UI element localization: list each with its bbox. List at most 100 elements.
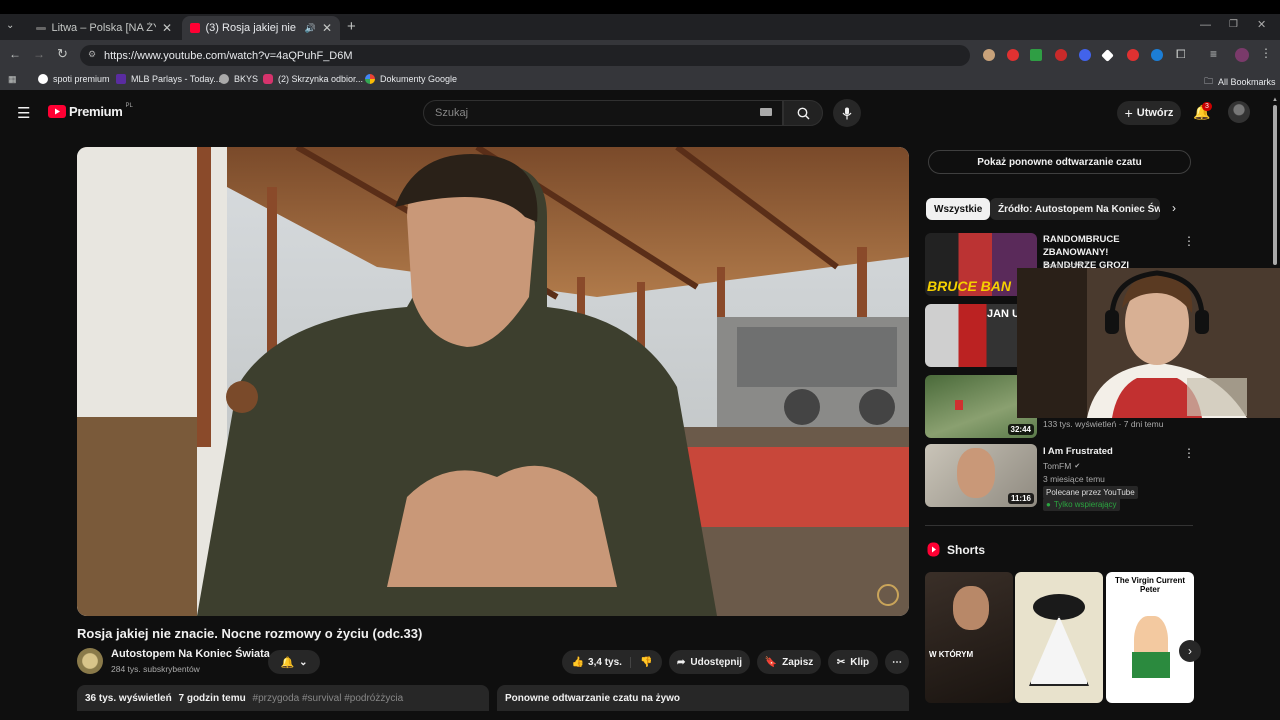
save-label: Zapisz xyxy=(782,656,814,668)
related-video-meta: 3 miesiące temu xyxy=(1043,474,1105,484)
new-tab-icon[interactable]: + xyxy=(347,18,356,35)
more-actions-button[interactable]: ⋯ xyxy=(885,650,909,674)
clip-label: Klip xyxy=(850,656,870,668)
search-button[interactable] xyxy=(783,100,823,126)
show-chat-replay-button[interactable]: Pokaż ponowne odtwarzanie czatu xyxy=(928,150,1191,174)
bookmark-item[interactable]: MLB Parlays - Today... xyxy=(116,74,221,84)
tab-rosja[interactable]: (3) Rosja jakiej nie znacie. N 🔊 ✕ xyxy=(182,16,340,40)
bookmark-item[interactable]: spoti premium xyxy=(38,74,110,84)
description-box[interactable]: 36 tys. wyświetleń 7 godzin temu #przygo… xyxy=(77,685,489,711)
cartoon-pants xyxy=(1132,652,1170,678)
related-video-thumbnail[interactable]: 11:16 xyxy=(925,444,1037,507)
back-icon[interactable]: ← xyxy=(9,47,21,61)
tab-search-list-icon[interactable]: ≡ xyxy=(1210,47,1217,61)
member-icon: ● xyxy=(1046,500,1051,509)
youtube-favicon-icon xyxy=(190,23,200,33)
short-item[interactable] xyxy=(1015,572,1103,703)
youtube-logo[interactable]: Premium PL xyxy=(48,102,133,119)
tab-search-icon[interactable]: ⌄ xyxy=(6,20,14,31)
extensions-puzzle-icon[interactable]: ⧠ xyxy=(1176,47,1186,62)
extension-icon[interactable] xyxy=(1007,49,1019,61)
channel-name[interactable]: Autostopem Na Koniec Świata xyxy=(111,648,270,660)
related-video-title[interactable]: I Am Frustrated xyxy=(1043,445,1178,458)
shorts-next-button[interactable]: › xyxy=(1179,640,1201,662)
share-button[interactable]: ➦ Udostępnij xyxy=(669,650,750,674)
more-vertical-icon[interactable]: ⋮ xyxy=(1183,234,1195,248)
related-video-channel-row[interactable]: TomFM ✔ xyxy=(1043,461,1080,471)
channel-watermark-icon[interactable] xyxy=(877,584,899,606)
logo-text: Premium xyxy=(69,104,123,119)
chevron-down-icon: ⌄ xyxy=(299,656,308,668)
chip-source-channel[interactable]: Źródło: Autostopem Na Koniec Świata xyxy=(990,198,1160,220)
page-scrollbar[interactable]: ▲ xyxy=(1272,97,1278,707)
short-caption: The Virgin Current Peter xyxy=(1114,576,1186,594)
video-frame xyxy=(77,147,909,616)
create-button[interactable]: + Utwórz xyxy=(1117,101,1181,125)
scrollbar-thumb[interactable] xyxy=(1273,105,1277,265)
restore-icon[interactable]: ❐ xyxy=(1229,19,1238,30)
keyboard-icon[interactable] xyxy=(760,108,772,116)
cartoon-face xyxy=(1029,616,1089,686)
thumbnail-face xyxy=(957,448,995,498)
all-bookmarks[interactable]: 🗀 All Bookmarks xyxy=(1204,74,1276,90)
instagram-icon xyxy=(263,74,273,84)
short-caption: W KTÓRYM xyxy=(929,650,974,659)
thumbs-down-icon[interactable]: 👎 xyxy=(636,657,652,668)
extension-icon[interactable] xyxy=(1079,49,1091,61)
hamburger-menu-icon[interactable]: ☰ xyxy=(17,104,30,122)
badge-label: Tylko wspierający xyxy=(1053,500,1117,509)
hashtags[interactable]: #przygoda #survival #podróżżycia xyxy=(253,693,404,704)
extension-icon[interactable] xyxy=(1127,49,1139,61)
channel-avatar[interactable] xyxy=(77,648,103,674)
bookmark-item[interactable]: BKYS xyxy=(219,74,258,84)
youtube-play-logo-icon xyxy=(48,105,66,118)
tab-litwa[interactable]: Litwa – Polska [NA ŻYWO]. Tran ✕ xyxy=(28,16,180,40)
bookmark-item[interactable]: (2) Skrzynka odbior... xyxy=(263,74,363,84)
voice-search-button[interactable] xyxy=(833,99,861,127)
plus-icon: + xyxy=(1124,105,1133,121)
video-player[interactable] xyxy=(77,147,909,616)
extension-icon[interactable] xyxy=(983,49,995,61)
subscriber-count: 284 tys. subskrybentów xyxy=(111,664,200,674)
bookmark-item[interactable]: Dokumenty Google xyxy=(365,74,457,84)
account-avatar[interactable] xyxy=(1228,101,1250,123)
chevron-right-icon[interactable]: › xyxy=(1172,201,1176,215)
verified-check-icon: ✔ xyxy=(1074,463,1081,470)
site-info-icon[interactable]: ⚙ xyxy=(88,49,96,60)
scroll-up-arrow-icon[interactable]: ▲ xyxy=(1272,97,1278,105)
more-vertical-icon[interactable]: ⋮ xyxy=(1183,446,1195,460)
chip-all[interactable]: Wszystkie xyxy=(926,198,991,220)
extension-icon[interactable] xyxy=(1055,49,1067,61)
bookmark-label: BKYS xyxy=(234,74,259,84)
extension-icon[interactable] xyxy=(1151,49,1163,61)
short-item[interactable]: W KTÓRYM xyxy=(925,572,1013,703)
members-only-badge: ● Tylko wspierający xyxy=(1043,498,1120,511)
close-tab-icon[interactable]: ✕ xyxy=(162,21,172,35)
apps-grid-icon[interactable]: ▦ xyxy=(8,74,17,85)
clip-button[interactable]: ✂ Klip xyxy=(828,650,878,674)
subscribe-notifications-button[interactable]: 🔔 ⌄ xyxy=(268,650,320,674)
forward-icon[interactable]: → xyxy=(33,47,45,61)
like-button[interactable]: 👍 3,4 tys. xyxy=(572,656,631,668)
share-label: Udostępnij xyxy=(690,656,743,668)
chrome-menu-icon[interactable]: ⋮ xyxy=(1260,46,1272,60)
audio-playing-icon[interactable]: 🔊 xyxy=(305,23,316,34)
like-count: 3,4 tys. xyxy=(588,656,622,668)
short-item[interactable]: The Virgin Current Peter xyxy=(1106,572,1194,703)
logo-region: PL xyxy=(125,102,133,109)
profile-avatar[interactable] xyxy=(1235,48,1249,62)
save-bookmark-icon: 🔖 xyxy=(764,656,778,668)
window-close-icon[interactable]: ✕ xyxy=(1257,18,1266,31)
bookmark-label: (2) Skrzynka odbior... xyxy=(278,74,364,84)
address-bar[interactable]: ⚙ https://www.youtube.com/watch?v=4aQPuh… xyxy=(80,45,970,66)
close-tab-icon[interactable]: ✕ xyxy=(322,21,332,35)
window-top-bar xyxy=(0,0,1280,14)
minimize-icon[interactable]: — xyxy=(1200,19,1211,31)
extension-icon[interactable] xyxy=(1030,49,1042,61)
search-input[interactable]: Szukaj xyxy=(423,100,783,126)
reload-icon[interactable]: ↻ xyxy=(57,46,68,62)
tab-favicon-icon xyxy=(36,26,46,30)
video-title: Rosja jakiej nie znacie. Nocne rozmowy o… xyxy=(77,626,423,641)
save-button[interactable]: 🔖 Zapisz xyxy=(757,650,821,674)
title-line: RANDOMBRUCE ZBANOWANY! xyxy=(1043,234,1120,258)
